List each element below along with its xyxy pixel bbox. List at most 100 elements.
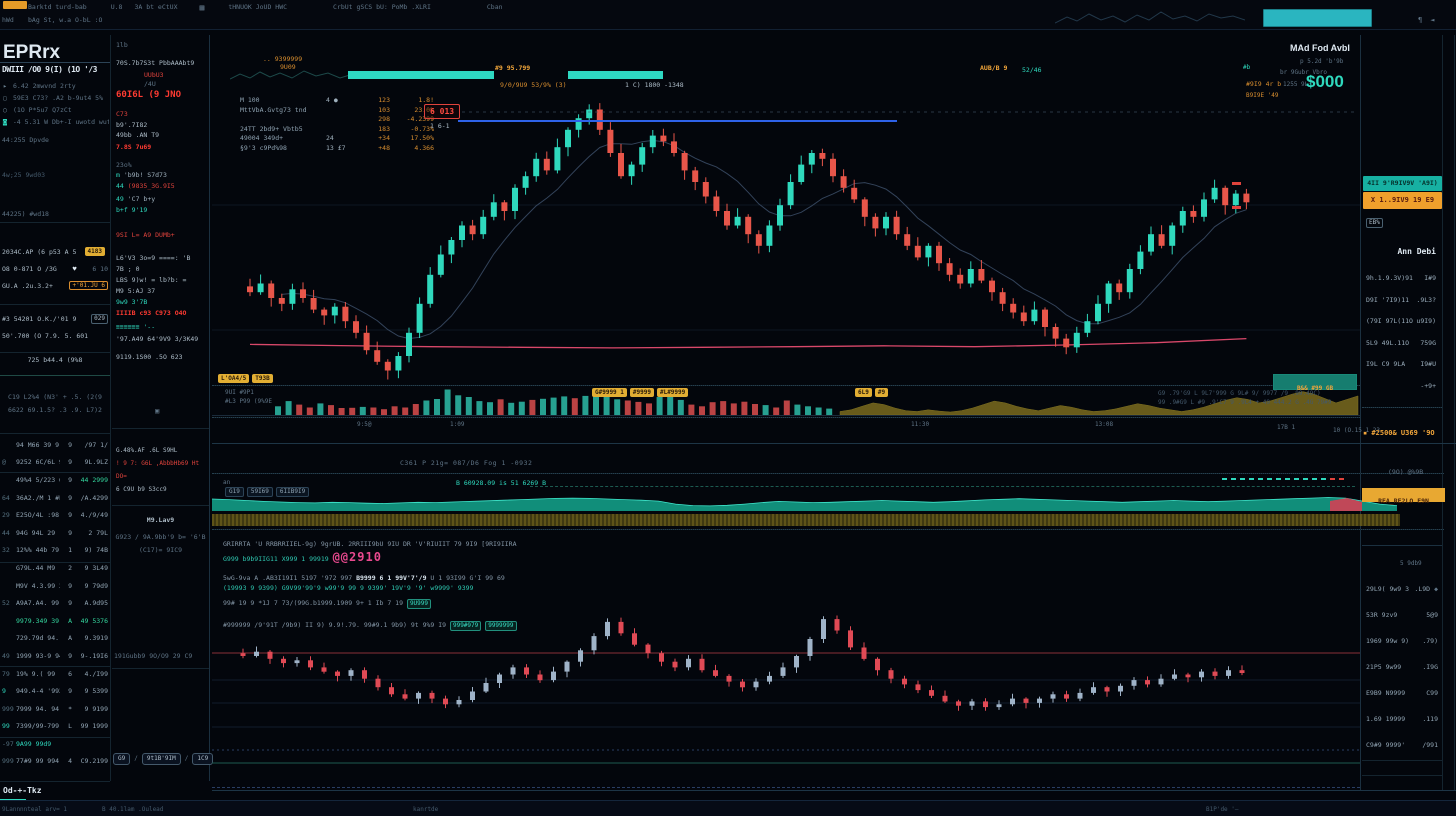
menu-item[interactable]: tHNUOK JoUD HWC [228,3,287,12]
detail-line: 1lb [116,41,206,50]
detail-line: C73 [116,110,206,119]
table-row[interactable]: 94 M66 39 99/97 1/ [2,436,108,454]
mid-badge[interactable]: #L#9999 [657,388,688,397]
panel-button[interactable]: G9 [113,753,130,765]
table-row[interactable]: 491999 93-9 94'99-.19I6 [2,647,108,665]
position-row[interactable]: O8 0-871 O /3G♥6 10 [2,260,108,277]
detail-line: 49 'C7 b+y [116,195,206,204]
lower-price-chart[interactable] [212,585,1360,787]
table-row[interactable]: @9252 6C/6L 999L.9LZ [2,454,108,472]
table-row[interactable]: 997399/99-799L99 1999 [2,718,108,736]
menu-item[interactable]: Cban [487,3,503,12]
panel-button[interactable]: 1C9 [192,753,213,765]
position-badge[interactable]: +'01.JU 6 [69,281,108,290]
position-badge[interactable]: 029 [91,314,108,324]
mid-badge[interactable]: #9 [875,388,888,397]
table-row[interactable]: 49%4 5/223 6944 2999 [2,471,108,489]
filter-row[interactable]: ▢59E3 C73? .A2 b-9ut4 5% [3,92,109,104]
grid-icon[interactable]: ▦ [200,2,205,13]
mid-badge[interactable]: #9999 [630,388,654,397]
table-row[interactable]: 3212%% 44b 7919) 74B [2,542,108,560]
price-row[interactable]: 29L9( 9w9 3.L9D◆ [1362,576,1444,602]
price-row[interactable]: C9#9 9999'/991 [1362,732,1444,758]
position-row[interactable]: #3 54201 O.K./'01 9029 [2,310,108,327]
volume-badge[interactable]: T93B [252,374,272,383]
price-row[interactable]: 53R 9zv95@9 [1362,602,1444,628]
table-row[interactable]: 4494G 94L 2992 79L [2,524,108,542]
flag-icon[interactable]: ¶ [1418,15,1422,25]
table-row[interactable]: 52A9A7.A4. 99.9A.9d95 [2,594,108,612]
menu-item[interactable]: U.8 [111,3,123,12]
back-icon[interactable]: ◄ [1430,15,1434,25]
watchlist-footer: Od-+-Tkz [3,785,42,796]
price-row[interactable]: 1969 99w 9).79) [1362,628,1444,654]
symbol-title: EPRrx [3,42,60,64]
range-bar-2[interactable] [568,71,663,79]
position-badge[interactable]: 4183 [85,247,105,256]
position-row[interactable]: 2034C.AP (6 p53 A 54183 [2,243,108,260]
topbar-action-button[interactable] [1263,9,1372,27]
heart-icon[interactable]: ♥ [73,265,77,273]
filter-icon[interactable]: ◆ [1434,576,1438,602]
table-row[interactable]: 9949.4-4 '99299 5399 [2,682,108,700]
panel-icon[interactable]: ▣ [155,406,159,416]
positions-group-b: #3 54201 O.K./'01 902950'.700 (O 7.9. 5.… [2,310,108,344]
table-row[interactable]: 729.79d 94.A9.3919 [2,630,108,648]
account-row: (79I 97L(11Ou9I9) [1362,311,1442,333]
detail-line: m 'b9b! S7d73 [116,171,206,180]
overview-line: 5wG-9va A .AB3I19I1 5197 '972 997 B9999 … [223,574,783,583]
panel-button[interactable]: 9t1B'9IM [142,753,181,765]
position-row[interactable]: GU.A .2u.3.2++'01.JU 6 [2,277,108,294]
topbar-date: bAg St, w.a O-bL :O [28,16,102,25]
price-row[interactable]: 21P5 9w99.I9G [1362,654,1444,680]
group-label-1: 44:255 Dpvde [2,136,49,145]
radio-icon: ◯ [3,106,13,114]
risk-bar[interactable]: REA_RE2LO E9N [1362,488,1445,502]
reserve-button[interactable]: X 1..9IV9 19 E9 [1363,192,1442,209]
overview-left-label: an [223,479,230,487]
price-row[interactable]: 1.69 19999.119 [1362,706,1444,732]
perform-button[interactable]: 4II 9'R9IV9V 'A9I) [1363,176,1442,191]
dash-mark [1303,478,1308,480]
menu-item[interactable]: CrbUt gSCS bU: PoMb .XLRI [333,3,431,12]
top-label-3: 1 C) 1800 -1348 [625,81,684,90]
note-title: M9.Lav9 [112,516,209,525]
table-row[interactable]: 9997999 94. 94*9 9199 [2,700,108,718]
account-row: D9I '7I9)11.9L3? [1362,290,1442,312]
filter-row[interactable]: ▸6.42 2mwvnd 2rty [3,80,109,92]
table-row[interactable]: 7919% 9.( 9964./I99 [2,665,108,683]
signal-badge[interactable]: B&& #99 GB [1273,374,1357,390]
table-row[interactable]: 6436A2./M 1 #L9/A.4299 [2,489,108,507]
table-row[interactable]: 9979.349 39!A49 5376 [2,612,108,630]
volume-badge[interactable]: L'OA4/5 [218,374,249,383]
detail-stat-line: ≡≡≡≡≡≡ '-- [116,322,206,333]
topbar-sparkline [1055,8,1245,26]
detail-stat-line: 9119.1S00 .5O 623 [116,352,206,363]
price-panel-small: 5 9db9 [1400,560,1422,568]
stat-row-1: G9 .79'G9 L 9L7'999 G 9L# 9/ 9977 /9 .99… [1158,390,1321,398]
overview-strip-chart[interactable] [212,493,1420,512]
mid-badge[interactable]: G#9999 1 [592,388,627,397]
table-row[interactable]: 99977#9 99 9944C9.2199 [2,753,108,771]
range-bar-1[interactable] [348,71,494,79]
dash-mark [1231,478,1236,480]
available-amount: $000 [1306,72,1344,92]
filter-row[interactable]: ◙-4 5.31 W Db+-I uwotd wut [3,116,109,128]
filter-row[interactable]: ◯(1O P*5u7 Q7zCt [3,104,109,116]
price-row[interactable]: E9B9 N9999C99 [1362,680,1444,706]
risk-bar-label: REA_RE2LO E9N [1378,497,1429,505]
detail-stat-line: 9SI L= A9 DUMb+ [116,230,206,241]
status-item: B1P'de '— [1206,806,1239,814]
menu-item[interactable]: Barktd turd-bab [28,3,87,12]
main-price-chart[interactable] [212,95,1360,385]
menu-item[interactable]: 3A bt eCtUX [134,3,177,12]
mid-badge[interactable]: 6L9 [855,388,872,397]
dash-mark [1222,478,1227,480]
percent-badge[interactable]: EB% [1366,218,1383,228]
overview-segment: GRIRRTA 'U RRBRRIIEL-9g) 9grUB. 2RRIII9b… [223,540,517,548]
overview-line: GRIRRTA 'U RRBRRIIEL-9g) 9grUB. 2RRIII9b… [223,540,783,549]
table-row[interactable]: 29E25O/4L :9894./9/49 [2,506,108,524]
table-row[interactable]: M9V 4.3.99 2.99 79d9 [2,577,108,595]
position-row[interactable]: 50'.700 (O 7.9. 5. 601 [2,327,108,344]
detail-stat-line: M9 5:AJ 37 [116,286,206,297]
